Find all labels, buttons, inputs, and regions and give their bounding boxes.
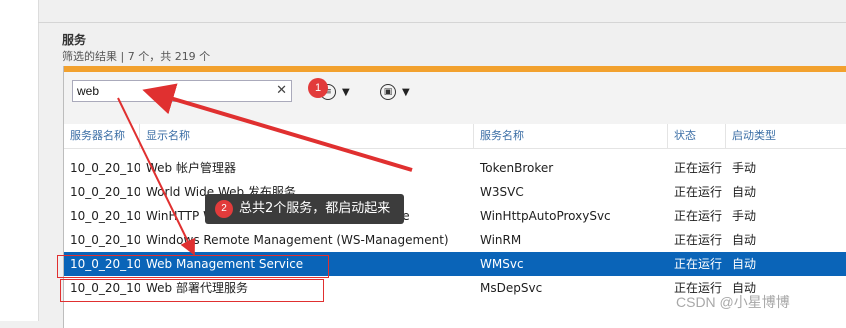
table-row-selected[interactable]: 10_0_20_10 Web Management Service WMSvc … xyxy=(64,252,846,276)
cell-startup-type: 手动 xyxy=(732,209,757,223)
cell-server: 10_0_20_10 xyxy=(70,185,140,199)
cell-status: 正在运行 xyxy=(674,257,723,271)
left-nav-strip xyxy=(0,0,39,321)
cell-startup-type: 自动 xyxy=(732,257,757,271)
cell-server: 10_0_20_10 xyxy=(70,257,140,271)
cell-status: 正在运行 xyxy=(674,233,723,247)
cell-server: 10_0_20_10 xyxy=(70,209,140,223)
column-header-startup-type[interactable]: 启动类型 xyxy=(726,124,846,148)
table-row[interactable]: 10_0_20_10 World Wide Web 发布服务 W3SVC 正在运… xyxy=(64,180,846,204)
cell-service-name: MsDepSvc xyxy=(480,281,543,295)
table-row[interactable]: 10_0_20_10 WinHTTP Web Proxy Auto-Discov… xyxy=(64,204,846,228)
cell-display-name: Web Management Service xyxy=(146,257,304,271)
cell-status: 正在运行 xyxy=(674,185,723,199)
cell-startup-type: 手动 xyxy=(732,161,757,175)
cell-server: 10_0_20_10 xyxy=(70,161,140,175)
filter-summary: 筛选的结果 | 7 个，共 219 个 xyxy=(62,50,211,63)
column-header-service-name[interactable]: 服务名称 xyxy=(474,124,668,148)
cell-service-name: WMSvc xyxy=(480,257,524,271)
cell-display-name: Web 帐户管理器 xyxy=(146,161,236,175)
save-icon: ▣ xyxy=(380,84,396,100)
step-badge-2: 2 xyxy=(215,199,233,218)
clear-icon[interactable]: ✕ xyxy=(276,83,287,98)
cell-startup-type: 自动 xyxy=(732,233,757,247)
chevron-down-icon: ▼ xyxy=(402,86,410,98)
search-input[interactable] xyxy=(73,81,272,101)
services-panel: ✕ ≡ ▼ ▣ ▼ 服务器名称 显示名称 服务名称 状态 启动类型 10_0_2… xyxy=(63,66,846,328)
section-title: 服务 xyxy=(62,33,87,47)
cell-display-name: Web 部署代理服务 xyxy=(146,281,248,295)
table-row[interactable]: 10_0_20_10 Web 帐户管理器 TokenBroker 正在运行 手动 xyxy=(64,156,846,180)
cell-server: 10_0_20_10 xyxy=(70,233,140,247)
cell-status: 正在运行 xyxy=(674,161,723,175)
step-badge-1: 1 xyxy=(308,78,328,98)
chevron-down-icon: ▼ xyxy=(342,86,350,98)
cell-service-name: WinRM xyxy=(480,233,522,247)
table-row[interactable]: 10_0_20_10 Windows Remote Management (WS… xyxy=(64,228,846,252)
search-box: ✕ xyxy=(72,80,292,102)
annotation-note-text: 总共2个服务，都启动起来 xyxy=(239,201,391,216)
cell-service-name: W3SVC xyxy=(480,185,524,199)
table-header: 服务器名称 显示名称 服务名称 状态 启动类型 xyxy=(64,124,846,149)
watermark: CSDN @小星博博 xyxy=(676,294,790,310)
cell-service-name: WinHttpAutoProxySvc xyxy=(480,209,611,223)
cell-server: 10_0_20_10 xyxy=(70,281,140,295)
cell-status: 正在运行 xyxy=(674,209,723,223)
cell-startup-type: 自动 xyxy=(732,185,757,199)
column-header-display-name[interactable]: 显示名称 xyxy=(140,124,474,148)
filter-toolbar: ✕ ≡ ▼ ▣ ▼ xyxy=(64,72,846,125)
column-header-server[interactable]: 服务器名称 xyxy=(64,124,140,148)
save-query-button[interactable]: ▣ ▼ xyxy=(380,82,410,102)
column-header-status[interactable]: 状态 xyxy=(668,124,726,148)
cell-service-name: TokenBroker xyxy=(480,161,554,175)
annotation-note: 2 总共2个服务，都启动起来 xyxy=(205,194,405,224)
cell-display-name: Windows Remote Management (WS-Management… xyxy=(146,233,449,247)
divider xyxy=(38,22,846,23)
